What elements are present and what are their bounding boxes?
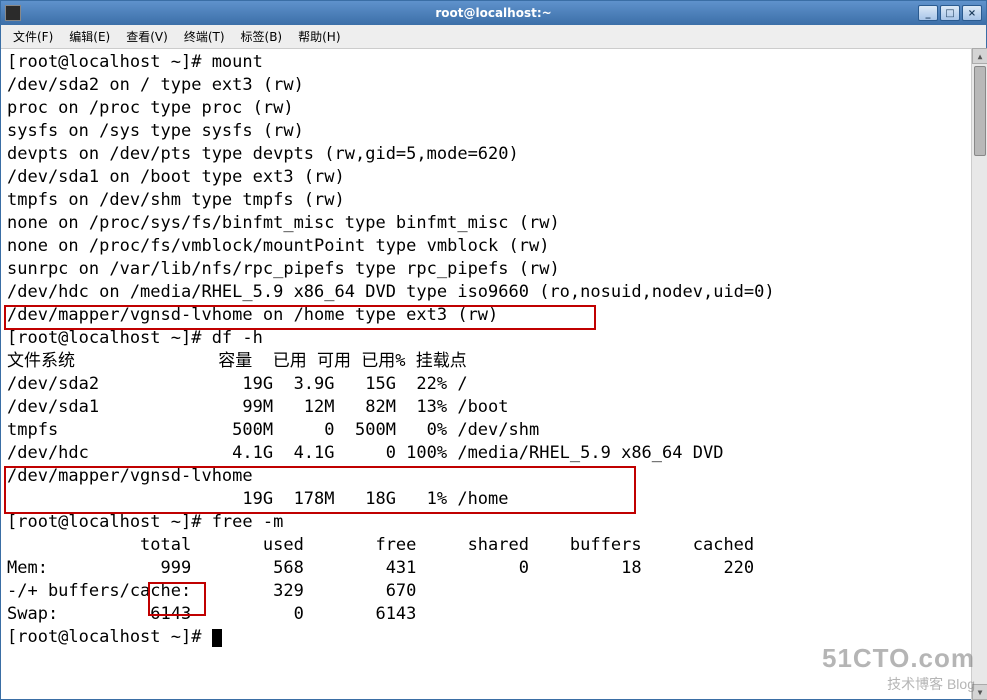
- watermark-tagline: 技术博客 Blog: [822, 674, 975, 694]
- menubar: 文件(F) 编辑(E) 查看(V) 终端(T) 标签(B) 帮助(H): [1, 25, 986, 49]
- terminal-line: [root@localhost ~]# mount: [7, 51, 980, 74]
- scroll-thumb[interactable]: [974, 66, 986, 156]
- menu-file[interactable]: 文件(F): [7, 26, 59, 47]
- minimize-button[interactable]: _: [918, 5, 938, 21]
- terminal-line: -/+ buffers/cache: 329 670: [7, 580, 980, 603]
- menu-help[interactable]: 帮助(H): [292, 26, 346, 47]
- menu-edit[interactable]: 编辑(E): [63, 26, 116, 47]
- watermark: 51CTO.com 技术博客 Blog: [822, 643, 975, 694]
- scrollbar[interactable]: ▲ ▼: [971, 48, 987, 700]
- menu-tabs[interactable]: 标签(B): [235, 26, 289, 47]
- terminal-line: [root@localhost ~]# free -m: [7, 511, 980, 534]
- scroll-up-button[interactable]: ▲: [972, 48, 987, 64]
- cursor: [212, 629, 222, 647]
- watermark-domain: 51CTO.com: [822, 643, 975, 674]
- terminal-line: tmpfs 500M 0 500M 0% /dev/shm: [7, 419, 980, 442]
- terminal-line: /dev/sda1 on /boot type ext3 (rw): [7, 166, 980, 189]
- terminal-line: devpts on /dev/pts type devpts (rw,gid=5…: [7, 143, 980, 166]
- terminal-line: tmpfs on /dev/shm type tmpfs (rw): [7, 189, 980, 212]
- terminal-line: /dev/mapper/vgnsd-lvhome: [7, 465, 980, 488]
- terminal-line: 19G 178M 18G 1% /home: [7, 488, 980, 511]
- titlebar[interactable]: root@localhost:~ _ □ ×: [1, 1, 986, 25]
- menu-view[interactable]: 查看(V): [120, 26, 174, 47]
- terminal-line: sunrpc on /var/lib/nfs/rpc_pipefs type r…: [7, 258, 980, 281]
- close-button[interactable]: ×: [962, 5, 982, 21]
- terminal-line: [root@localhost ~]# df -h: [7, 327, 980, 350]
- terminal-line: proc on /proc type proc (rw): [7, 97, 980, 120]
- terminal-line: 文件系统 容量 已用 可用 已用% 挂载点: [7, 350, 980, 373]
- terminal-output[interactable]: [root@localhost ~]# mount/dev/sda2 on / …: [1, 49, 986, 699]
- terminal-line: none on /proc/fs/vmblock/mountPoint type…: [7, 235, 980, 258]
- terminal-line: /dev/mapper/vgnsd-lvhome on /home type e…: [7, 304, 980, 327]
- terminal-line: /dev/hdc 4.1G 4.1G 0 100% /media/RHEL_5.…: [7, 442, 980, 465]
- terminal-window: root@localhost:~ _ □ × 文件(F) 编辑(E) 查看(V)…: [0, 0, 987, 700]
- window-controls: _ □ ×: [918, 5, 982, 21]
- terminal-line: Swap: 6143 0 6143: [7, 603, 980, 626]
- terminal-line: /dev/sda2 19G 3.9G 15G 22% /: [7, 373, 980, 396]
- terminal-line: Mem: 999 568 431 0 18 220: [7, 557, 980, 580]
- terminal-line: /dev/sda1 99M 12M 82M 13% /boot: [7, 396, 980, 419]
- terminal-icon: [5, 5, 21, 21]
- terminal-line: /dev/sda2 on / type ext3 (rw): [7, 74, 980, 97]
- maximize-button[interactable]: □: [940, 5, 960, 21]
- terminal-line: none on /proc/sys/fs/binfmt_misc type bi…: [7, 212, 980, 235]
- window-title: root@localhost:~: [435, 6, 551, 20]
- menu-terminal[interactable]: 终端(T): [178, 26, 231, 47]
- terminal-line: /dev/hdc on /media/RHEL_5.9 x86_64 DVD t…: [7, 281, 980, 304]
- terminal-line: total used free shared buffers cached: [7, 534, 980, 557]
- terminal-line: sysfs on /sys type sysfs (rw): [7, 120, 980, 143]
